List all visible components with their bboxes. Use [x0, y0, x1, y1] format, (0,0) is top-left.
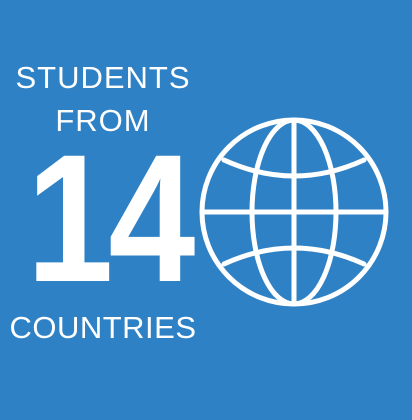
stat-label-top: STUDENTS [15, 60, 191, 95]
stat-number: 14 [26, 116, 195, 320]
stat-tile: STUDENTS FROM 14 COUNTRIES [0, 0, 412, 420]
stat-label-bottom: COUNTRIES [9, 310, 197, 345]
globe-icon [199, 117, 389, 307]
